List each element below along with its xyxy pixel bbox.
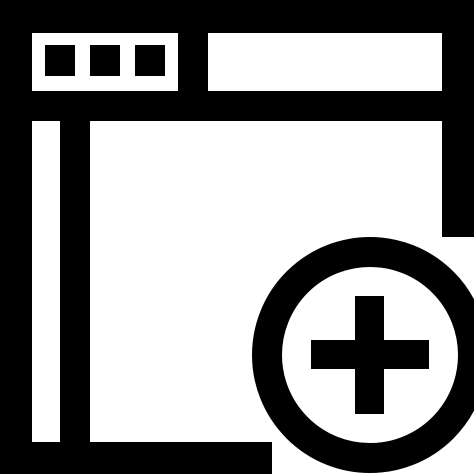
icon-canvas (0, 0, 474, 474)
sidebar-panel-icon (60, 91, 90, 474)
window-control-dots-icon (45, 45, 165, 76)
add-browser-window-icon (0, 0, 474, 474)
